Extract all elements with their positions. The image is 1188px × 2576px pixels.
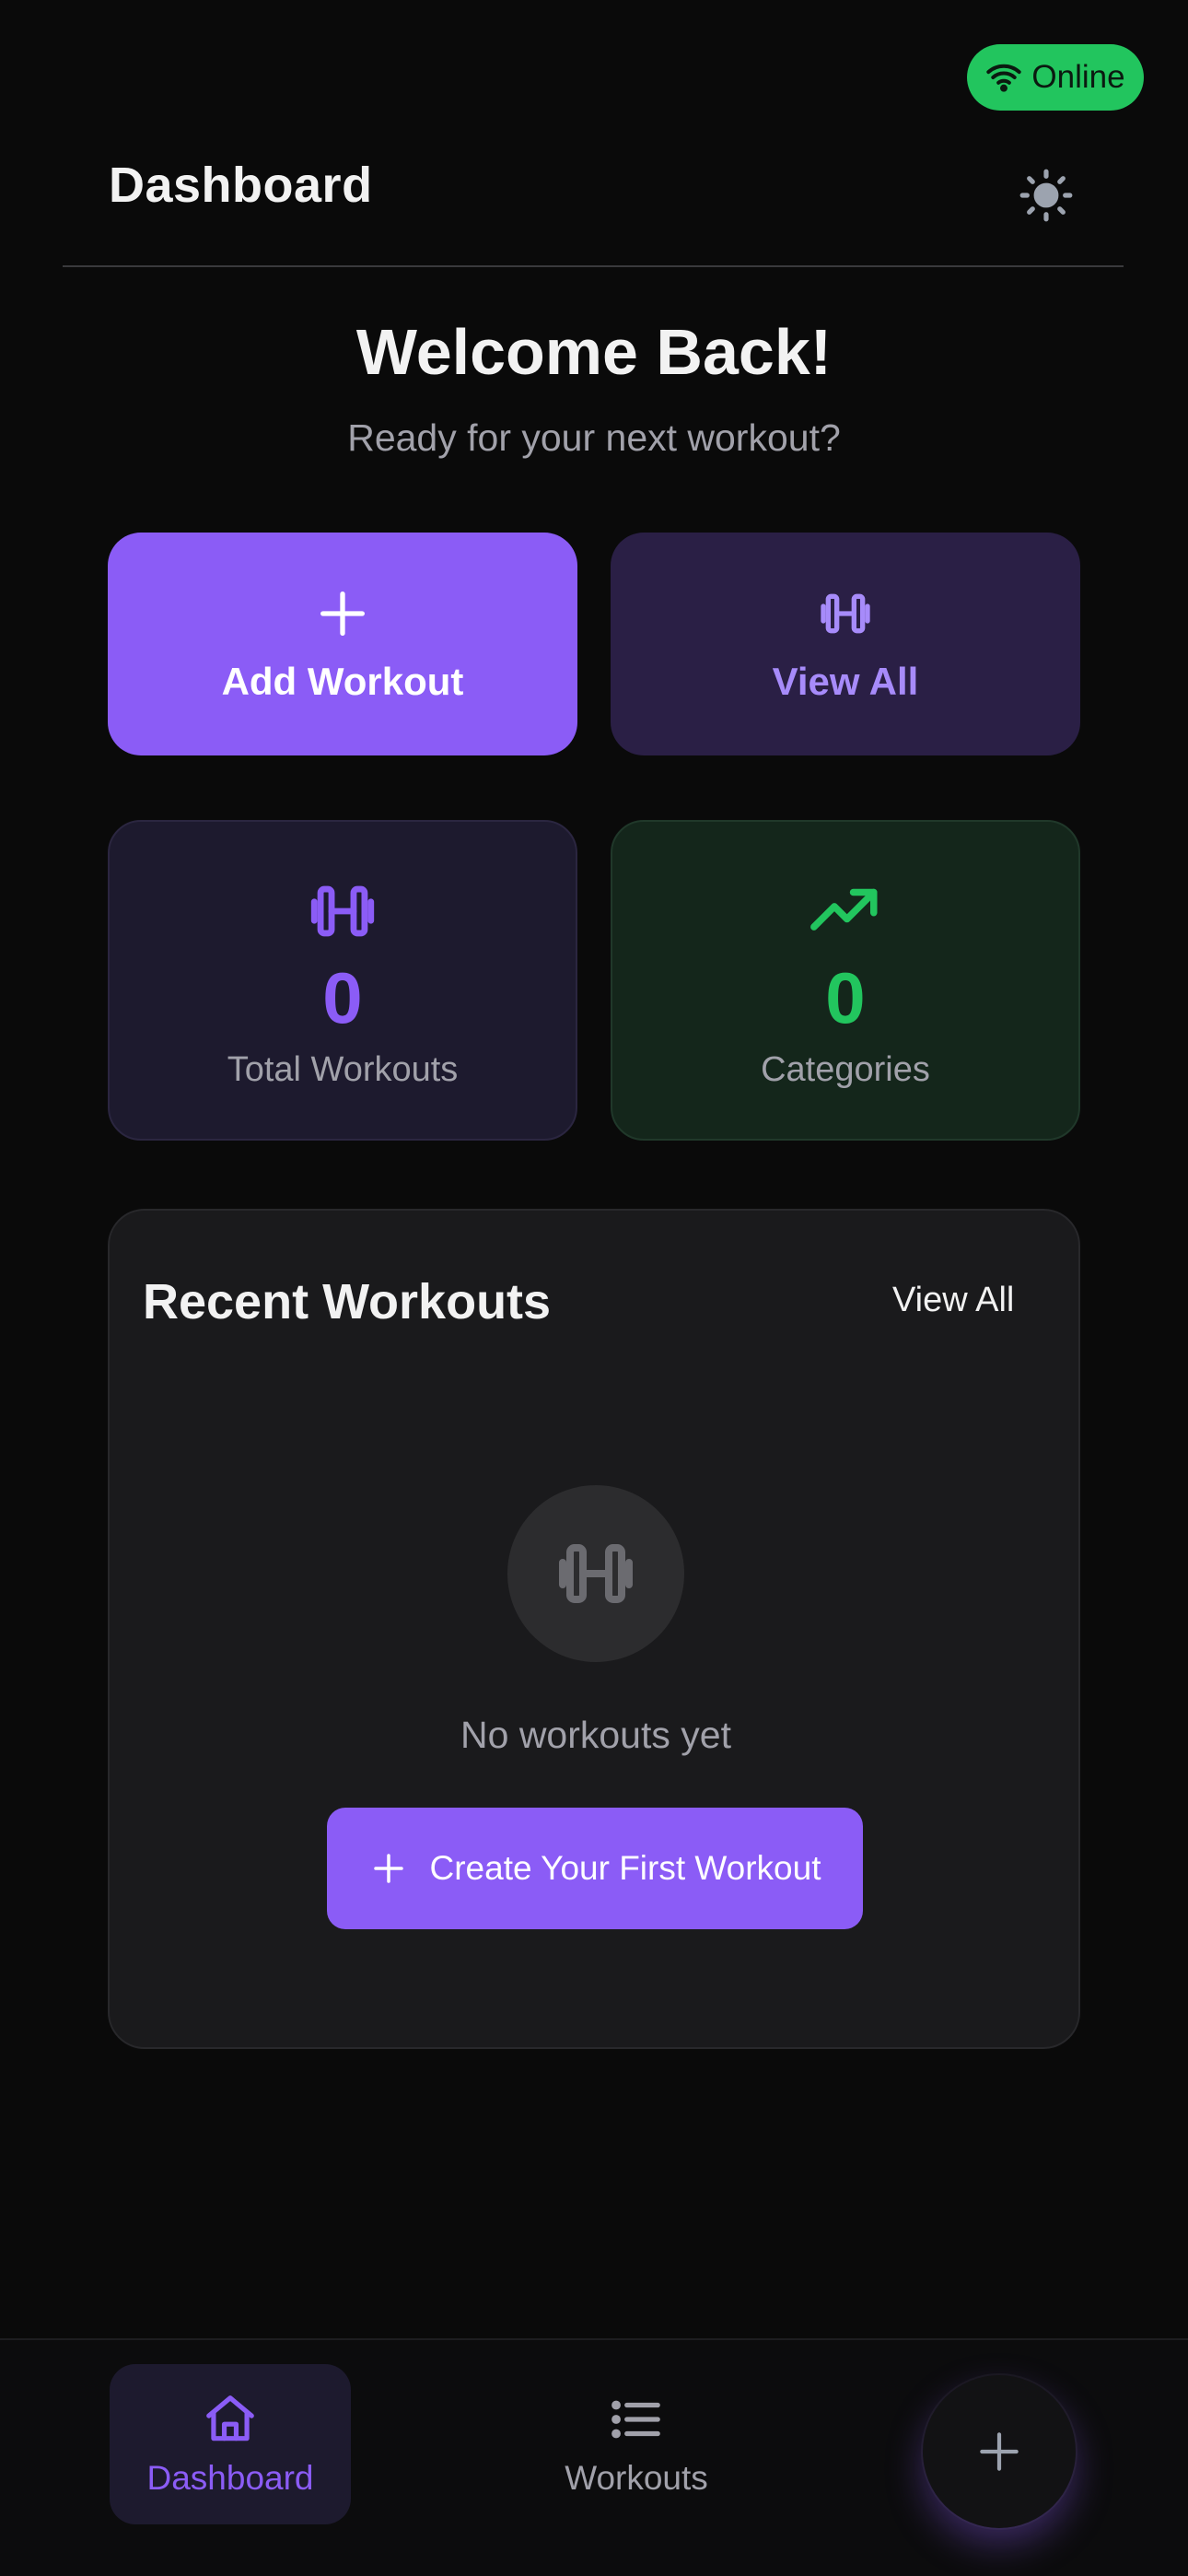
create-first-workout-label: Create Your First Workout bbox=[429, 1849, 821, 1887]
list-icon bbox=[611, 2400, 660, 2439]
view-all-label: View All bbox=[772, 660, 919, 703]
online-status-badge: Online bbox=[967, 44, 1144, 111]
dumbbell-icon bbox=[310, 885, 375, 937]
dumbbell-icon bbox=[821, 593, 870, 634]
nav-workouts-label: Workouts bbox=[565, 2459, 708, 2497]
home-icon bbox=[206, 2395, 254, 2441]
plus-icon bbox=[980, 2432, 1019, 2471]
dumbbell-icon bbox=[559, 1544, 633, 1603]
recent-workouts-panel: Recent Workouts View All No workouts yet… bbox=[108, 1209, 1080, 2049]
add-workout-fab[interactable] bbox=[923, 2375, 1076, 2528]
empty-state-text: No workouts yet bbox=[460, 1714, 731, 1756]
sun-icon bbox=[1019, 169, 1073, 222]
online-status-label: Online bbox=[1031, 59, 1125, 95]
welcome-subtitle: Ready for your next workout? bbox=[347, 416, 841, 459]
bottom-navigation: Dashboard Workouts bbox=[0, 2338, 1188, 2576]
theme-toggle-button[interactable] bbox=[1013, 162, 1079, 228]
total-workouts-label: Total Workouts bbox=[227, 1050, 459, 1089]
recent-workouts-title: Recent Workouts bbox=[143, 1274, 552, 1329]
plus-icon bbox=[373, 1854, 403, 1883]
empty-state-badge bbox=[507, 1485, 684, 1662]
recent-view-all-link[interactable]: View All bbox=[892, 1281, 1014, 1320]
trending-up-icon bbox=[810, 888, 878, 931]
categories-card: 0 Categories bbox=[611, 820, 1080, 1141]
plus-icon bbox=[320, 591, 365, 636]
dashboard-screen: Online Dashboard Welcome Back! Ready for… bbox=[0, 0, 1188, 2576]
add-workout-button[interactable]: Add Workout bbox=[108, 533, 577, 755]
nav-dashboard-label: Dashboard bbox=[146, 2459, 314, 2497]
nav-item-dashboard[interactable]: Dashboard bbox=[110, 2364, 351, 2524]
create-first-workout-button[interactable]: Create Your First Workout bbox=[327, 1808, 863, 1929]
categories-value: 0 bbox=[825, 957, 866, 1038]
total-workouts-value: 0 bbox=[322, 957, 363, 1038]
welcome-heading: Welcome Back! bbox=[355, 316, 833, 388]
wifi-icon bbox=[986, 64, 1022, 92]
total-workouts-card: 0 Total Workouts bbox=[108, 820, 577, 1141]
view-all-workouts-button[interactable]: View All bbox=[611, 533, 1080, 755]
top-header: Dashboard bbox=[63, 129, 1124, 267]
categories-label: Categories bbox=[761, 1050, 930, 1089]
page-title: Dashboard bbox=[109, 158, 373, 213]
add-workout-label: Add Workout bbox=[221, 660, 464, 703]
nav-item-workouts[interactable]: Workouts bbox=[516, 2364, 757, 2524]
